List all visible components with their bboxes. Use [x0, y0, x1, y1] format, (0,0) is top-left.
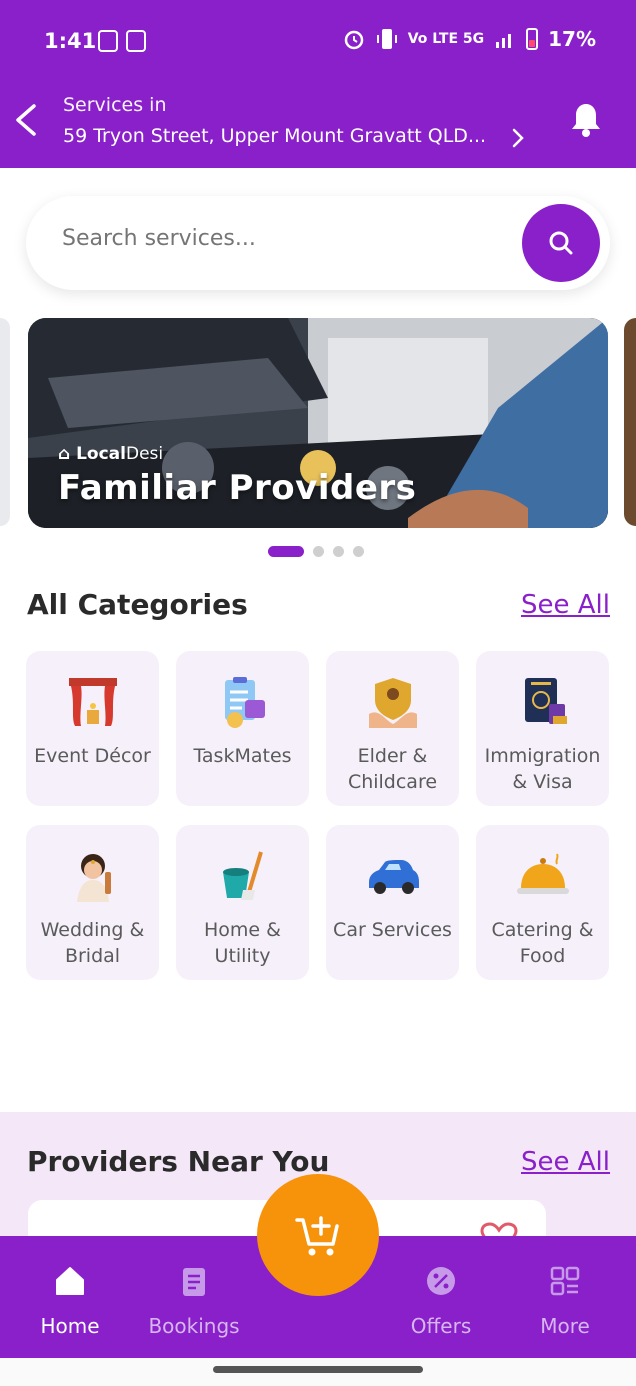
nav-bookings-label: Bookings: [148, 1314, 240, 1338]
category-elder-childcare[interactable]: Elder & Childcare: [326, 651, 459, 806]
category-immigration-visa[interactable]: Immigration & Visa: [476, 651, 609, 806]
status-indicators: Vo LTE 5G 17%: [342, 27, 596, 51]
banner-peek-prev: [0, 318, 10, 526]
category-label: Elder & Childcare: [347, 745, 438, 793]
search-bar[interactable]: [26, 196, 610, 290]
carousel-dot-active[interactable]: [268, 546, 304, 557]
location-header: Services in 59 Tryon Street, Upper Mount…: [0, 84, 636, 168]
category-label: Catering & Food: [491, 919, 594, 967]
nav-home-label: Home: [40, 1314, 100, 1338]
signal-icon: [496, 34, 512, 48]
curtain-stage-icon: [64, 673, 122, 731]
providers-title: Providers Near You: [27, 1145, 330, 1178]
banner-title: Familiar Providers: [58, 468, 417, 508]
network-type: Vo LTE 5G: [407, 31, 485, 47]
categories-title: All Categories: [27, 588, 248, 621]
categories-see-all-link[interactable]: See All: [521, 590, 610, 620]
status-bar: 1:41 Vo LTE 5G 17%: [0, 0, 636, 84]
category-label: Home & Utility: [204, 919, 281, 967]
carousel-indicator: [268, 546, 364, 557]
category-label: TaskMates: [193, 745, 292, 767]
status-time: 1:41: [44, 29, 97, 53]
search-input[interactable]: [62, 226, 502, 251]
grid-icon: [548, 1264, 582, 1298]
search-button[interactable]: [522, 204, 600, 282]
categories-grid: Event Décor TaskMates Elder & Childcare …: [26, 651, 610, 980]
home-indicator[interactable]: [213, 1366, 423, 1373]
clipboard-icon: [177, 1264, 211, 1298]
passport-icon: [514, 673, 572, 731]
category-label: Event Décor: [34, 745, 151, 767]
cart-fab-button[interactable]: [257, 1174, 379, 1296]
carousel-dot[interactable]: [333, 546, 344, 557]
cart-add-icon: [295, 1216, 339, 1256]
alarm-icon: [344, 30, 363, 50]
category-label: Immigration & Visa: [484, 745, 601, 793]
bride-icon: [64, 847, 122, 905]
category-car-services[interactable]: Car Services: [326, 825, 459, 980]
category-catering-food[interactable]: Catering & Food: [476, 825, 609, 980]
category-wedding-bridal[interactable]: Wedding & Bridal: [26, 825, 159, 980]
home-icon: [53, 1264, 87, 1298]
search-icon: [549, 231, 573, 255]
category-label: Wedding & Bridal: [40, 919, 145, 967]
location-address[interactable]: 59 Tryon Street, Upper Mount Gravatt QLD…: [63, 125, 503, 147]
category-event-decor[interactable]: Event Décor: [26, 651, 159, 806]
food-cloche-icon: [514, 847, 572, 905]
nav-bookings[interactable]: Bookings: [134, 1236, 254, 1358]
battery-icon: [526, 28, 539, 50]
car-icon: [364, 847, 422, 905]
chevron-right-icon[interactable]: [510, 124, 526, 152]
category-taskmates[interactable]: TaskMates: [176, 651, 309, 806]
promo-banner[interactable]: ⌂ LocalDesi Familiar Providers: [28, 318, 608, 528]
bell-icon[interactable]: [568, 100, 604, 140]
discount-badge-icon: [424, 1264, 458, 1298]
back-arrow-icon[interactable]: [12, 102, 40, 138]
nav-offers[interactable]: Offers: [381, 1236, 501, 1358]
nav-home[interactable]: Home: [10, 1236, 130, 1358]
vibrate-icon: [376, 29, 397, 49]
nav-more-label: More: [540, 1314, 590, 1338]
category-label: Car Services: [333, 919, 452, 941]
calendar-app-icon: [126, 30, 146, 52]
banner-peek-next: [624, 318, 636, 526]
category-home-utility[interactable]: Home & Utility: [176, 825, 309, 980]
nav-offers-label: Offers: [410, 1314, 472, 1338]
battery-level: 17%: [548, 27, 596, 51]
services-in-label: Services in: [63, 94, 167, 116]
banner-brand-logo: ⌂ LocalDesi: [58, 444, 164, 464]
carousel-dot[interactable]: [353, 546, 364, 557]
nav-more[interactable]: More: [505, 1236, 625, 1358]
bucket-mop-icon: [214, 847, 272, 905]
carousel-dot[interactable]: [313, 546, 324, 557]
task-clipboard-icon: [214, 673, 272, 731]
teams-app-icon: [98, 30, 118, 52]
care-hands-icon: [364, 673, 422, 731]
providers-see-all-link[interactable]: See All: [521, 1147, 610, 1177]
